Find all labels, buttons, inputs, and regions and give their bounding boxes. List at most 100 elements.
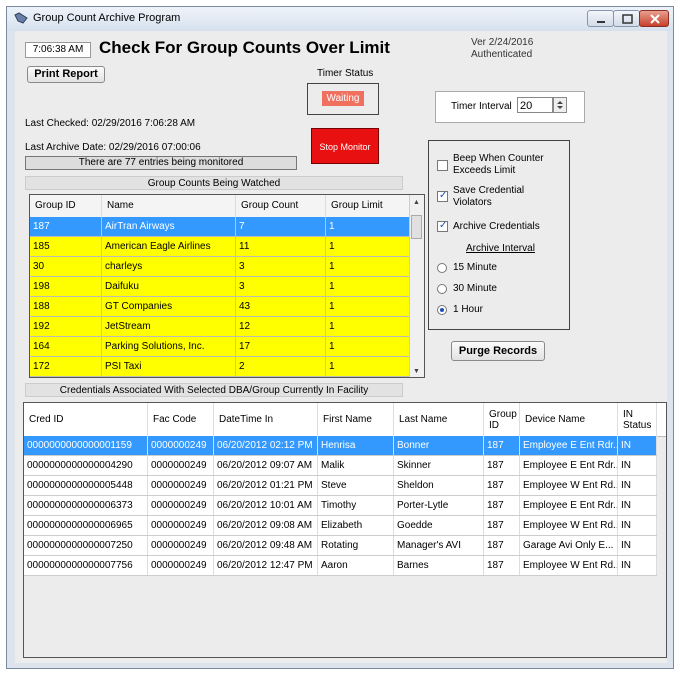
cell-last-name: Skinner [394,456,484,475]
cell-cred-id: 0000000000000006965 [24,516,148,535]
window-title: Group Count Archive Program [33,12,181,24]
group-row[interactable]: 198 Daifuku 3 1 [30,277,410,297]
cell-group-count: 43 [236,297,326,316]
group-row[interactable]: 30 charleys 3 1 [30,257,410,277]
cell-first-name: Rotating [318,536,394,555]
col-header-group-count[interactable]: Group Count [236,195,326,217]
auth-label: Authenticated [471,49,533,60]
beep-label: Beep When Counter Exceeds Limit [453,153,544,176]
client-area: 7:06:38 AM Check For Group Counts Over L… [15,31,667,663]
col-header-fac-code[interactable]: Fac Code [148,403,214,436]
scroll-thumb[interactable] [411,215,422,239]
radio-30-minute[interactable] [437,284,447,294]
scroll-up-icon[interactable]: ▲ [413,199,420,206]
cell-in-status: IN [618,456,657,475]
cell-device-name: Employee E Ent Rdr... [520,436,618,455]
cell-group-limit: 1 [326,297,410,316]
minimize-button[interactable] [587,10,614,27]
cell-group-id: 187 [30,217,102,236]
cell-group-id: 172 [30,357,102,376]
col-header-first-name[interactable]: First Name [318,403,394,436]
cell-cred-id: 0000000000000007250 [24,536,148,555]
cell-fac-code: 0000000249 [148,516,214,535]
radio-30-minute-label: 30 Minute [453,283,497,294]
group-row[interactable]: 187 AirTran Airways 7 1 [30,217,410,237]
credential-row[interactable]: 0000000000000007756 0000000249 06/20/201… [24,556,657,576]
cell-first-name: Henrisa [318,436,394,455]
cell-group-id: 30 [30,257,102,276]
cell-group-limit: 1 [326,277,410,296]
cell-first-name: Malik [318,456,394,475]
cell-datetime-in: 06/20/2012 09:08 AM [214,516,318,535]
version-info: Ver 2/24/2016 Authenticated [471,37,533,61]
save-violators-label: Save Credential Violators [453,185,525,208]
group-counts-table[interactable]: Group ID Name Group Count Group Limit 18… [29,194,425,378]
group-row[interactable]: 192 JetStream 12 1 [30,317,410,337]
credential-row[interactable]: 0000000000000005448 0000000249 06/20/201… [24,476,657,496]
scroll-down-icon[interactable]: ▼ [413,368,420,375]
cell-group-count: 2 [236,357,326,376]
credential-row[interactable]: 0000000000000001159 0000000249 06/20/201… [24,436,657,456]
cell-group-count: 7 [236,217,326,236]
col-header-last-name[interactable]: Last Name [394,403,484,436]
cell-group-id: 187 [484,556,520,575]
cell-last-name: Goedde [394,516,484,535]
col-header-cred-id[interactable]: Cred ID [24,403,148,436]
radio-1-hour[interactable] [437,305,447,315]
cell-group-limit: 1 [326,237,410,256]
maximize-button[interactable] [613,10,640,27]
col-header-name[interactable]: Name [102,195,236,217]
beep-checkbox[interactable] [437,160,448,171]
cell-in-status: IN [618,556,657,575]
radio-15-minute[interactable] [437,263,447,273]
cell-fac-code: 0000000249 [148,536,214,555]
cell-device-name: Employee W Ent Rd... [520,516,618,535]
cell-cred-id: 0000000000000007756 [24,556,148,575]
group-counts-scrollbar[interactable]: ▲ ▼ [409,195,424,377]
col-header-group-limit[interactable]: Group Limit [326,195,410,217]
archive-interval-label: Archive Interval [466,243,535,254]
print-report-button[interactable]: Print Report [27,66,105,83]
credentials-header-row: Cred ID Fac Code DateTime In First Name … [24,403,666,437]
archive-credentials-checkbox[interactable]: ✓ [437,220,448,232]
timer-interval-spinner[interactable] [553,97,567,113]
credential-row[interactable]: 0000000000000007250 0000000249 06/20/201… [24,536,657,556]
group-row[interactable]: 188 GT Companies 43 1 [30,297,410,317]
group-row[interactable]: 164 Parking Solutions, Inc. 17 1 [30,337,410,357]
credentials-table[interactable]: Cred ID Fac Code DateTime In First Name … [23,402,667,658]
group-row[interactable]: 172 PSI Taxi 2 1 [30,357,410,377]
cell-group-id: 187 [484,536,520,555]
stop-monitor-button[interactable]: Stop Monitor [311,128,379,164]
version-label: Ver 2/24/2016 [471,37,534,48]
app-icon [14,12,28,24]
cell-group-id: 198 [30,277,102,296]
cell-group-limit: 1 [326,317,410,336]
options-panel: Beep When Counter Exceeds Limit ✓ Save C… [428,140,570,330]
cell-cred-id: 0000000000000004290 [24,456,148,475]
timer-status-badge: Waiting [322,91,364,106]
cell-datetime-in: 06/20/2012 12:47 PM [214,556,318,575]
title-bar[interactable]: Group Count Archive Program [7,7,673,31]
credential-row[interactable]: 0000000000000004290 0000000249 06/20/201… [24,456,657,476]
timer-interval-input[interactable]: 20 [517,97,553,113]
col-header-group-id[interactable]: Group ID [484,403,520,436]
close-button[interactable] [639,10,669,27]
col-header-datetime-in[interactable]: DateTime In [214,403,318,436]
col-header-device-name[interactable]: Device Name [520,403,618,436]
credential-row[interactable]: 0000000000000006965 0000000249 06/20/201… [24,516,657,536]
cell-in-status: IN [618,436,657,455]
group-row[interactable]: 185 American Eagle Airlines 11 1 [30,237,410,257]
last-archive-text: Last Archive Date: 02/29/2016 07:00:06 [25,142,201,153]
purge-records-button[interactable]: Purge Records [451,341,545,361]
cell-group-id: 187 [484,516,520,535]
archive-credentials-label: Archive Credentials [453,221,540,232]
timer-status-label: Timer Status [317,68,374,79]
cell-device-name: Employee W Ent Rd... [520,476,618,495]
save-violators-checkbox[interactable]: ✓ [437,190,448,202]
col-header-in-status[interactable]: IN Status [618,403,657,436]
col-header-group-id[interactable]: Group ID [30,195,102,217]
cell-device-name: Employee E Ent Rdr... [520,496,618,515]
cell-last-name: Bonner [394,436,484,455]
credential-row[interactable]: 0000000000000006373 0000000249 06/20/201… [24,496,657,516]
cell-group-id: 187 [484,436,520,455]
